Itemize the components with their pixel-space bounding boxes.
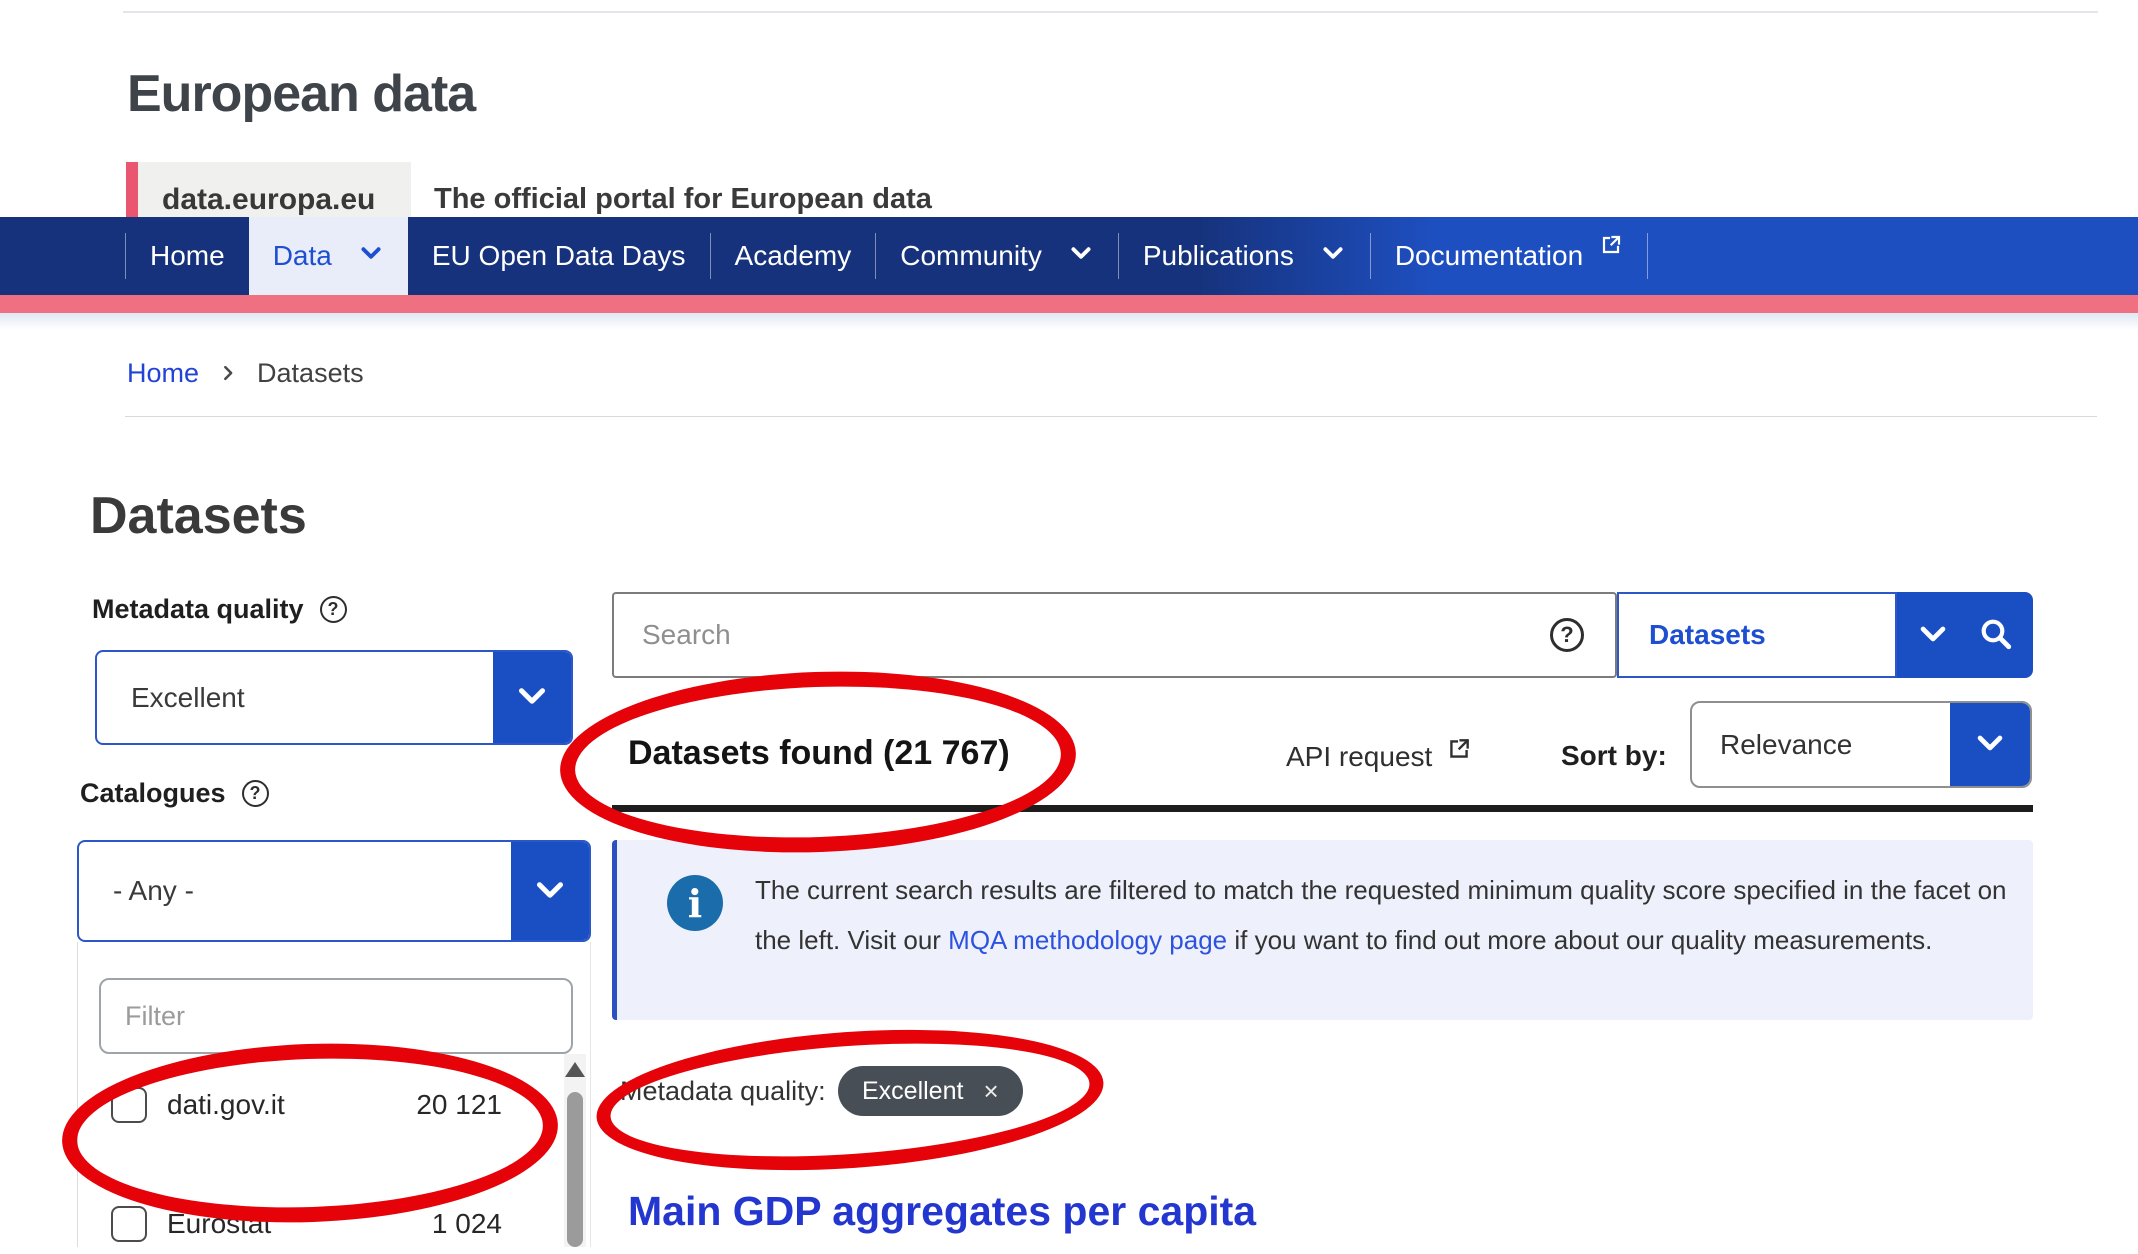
search-help-icon[interactable]: ?	[1550, 618, 1584, 652]
main-nav: Home Data EU Open Data Days Academy Comm…	[0, 217, 2138, 295]
mqa-methodology-link[interactable]: MQA methodology page	[948, 925, 1227, 955]
search-submit-button[interactable]	[1897, 592, 2033, 678]
applied-filter-chip: Excellent ×	[838, 1066, 1023, 1116]
api-request-label: API request	[1286, 741, 1432, 773]
metadata-quality-select[interactable]: Excellent	[95, 650, 573, 745]
catalogue-count: 20 121	[416, 1089, 502, 1121]
quality-filter-notice: i The current search results are filtere…	[612, 840, 2033, 1020]
remove-filter-icon[interactable]: ×	[983, 1078, 998, 1104]
catalogues-filter-input[interactable]	[99, 978, 573, 1054]
nav-item-community[interactable]: Community	[876, 217, 1118, 295]
catalogues-dropdown-panel: dati.gov.it 20 121 Eurostat 1 024	[77, 942, 591, 1247]
search-scope-select[interactable]: Datasets	[1617, 592, 1897, 678]
nav-item-label: Data	[273, 240, 332, 272]
sort-select[interactable]: Relevance	[1690, 701, 2032, 788]
facet-label-text: Metadata quality	[92, 594, 304, 625]
catalogues-value: - Any -	[79, 875, 511, 907]
scrollbar-thumb[interactable]	[567, 1092, 583, 1247]
nav-separator	[1647, 233, 1648, 279]
search-scope-value: Datasets	[1649, 619, 1766, 651]
external-link-icon	[1599, 232, 1623, 264]
metadata-quality-value: Excellent	[97, 682, 493, 714]
nav-item-label: EU Open Data Days	[432, 240, 686, 272]
nav-item-academy[interactable]: Academy	[711, 217, 876, 295]
applied-filter-label: Metadata quality:	[620, 1076, 826, 1107]
help-icon[interactable]: ?	[242, 780, 269, 807]
catalogues-dropdown-button[interactable]	[511, 842, 589, 940]
nav-item-label: Publications	[1143, 240, 1294, 272]
top-divider	[123, 11, 2098, 13]
catalogue-option-row[interactable]: Eurostat 1 024	[78, 1194, 564, 1254]
chevron-down-icon	[1320, 240, 1346, 273]
chip-value: Excellent	[862, 1077, 963, 1106]
breadcrumb-divider	[125, 416, 2097, 417]
chevron-down-icon	[1916, 617, 1950, 654]
notice-text-after: if you want to find out more about our q…	[1227, 925, 1932, 955]
nav-item-publications[interactable]: Publications	[1119, 217, 1370, 295]
catalogue-checkbox-dati-gov-it[interactable]	[111, 1087, 147, 1123]
metadata-quality-label: Metadata quality ?	[92, 594, 347, 625]
catalogue-name: dati.gov.it	[167, 1089, 285, 1121]
accent-pink-bar	[0, 295, 2138, 313]
results-count-heading: Datasets found (21 767)	[628, 734, 1010, 773]
search-icon	[1978, 616, 2014, 655]
notice-text: The current search results are filtered …	[755, 865, 2017, 965]
api-request-link[interactable]: API request	[1286, 740, 1472, 773]
chevron-down-icon	[532, 872, 568, 911]
sort-by-label: Sort by:	[1561, 740, 1667, 772]
nav-item-documentation[interactable]: Documentation	[1371, 217, 1647, 295]
nav-shadow	[0, 313, 2138, 330]
catalogues-scrollbar[interactable]	[564, 1054, 586, 1247]
chevron-down-icon	[1068, 240, 1094, 273]
nav-item-home[interactable]: Home	[126, 217, 249, 295]
site-title: European data	[127, 64, 475, 124]
sort-dropdown-button[interactable]	[1950, 703, 2030, 786]
chevron-down-icon	[1973, 726, 2007, 763]
catalogues-select[interactable]: - Any -	[77, 840, 591, 942]
search-input[interactable]	[612, 592, 1617, 678]
help-icon[interactable]: ?	[320, 596, 347, 623]
metadata-quality-dropdown-button[interactable]	[493, 652, 571, 743]
catalogue-count: 1 024	[432, 1208, 502, 1240]
catalogue-checkbox-eurostat[interactable]	[111, 1206, 147, 1242]
result-item-title-link[interactable]: Main GDP aggregates per capita	[628, 1188, 1256, 1235]
breadcrumb-current: Datasets	[257, 358, 364, 389]
page-title: Datasets	[90, 486, 307, 546]
nav-item-data[interactable]: Data	[249, 217, 408, 295]
breadcrumb: Home Datasets	[127, 352, 364, 394]
sort-value: Relevance	[1692, 729, 1950, 761]
catalogues-label: Catalogues ?	[80, 778, 269, 809]
results-divider	[612, 805, 2033, 812]
nav-item-label: Documentation	[1395, 240, 1583, 272]
nav-item-label: Home	[150, 240, 225, 272]
info-icon: i	[667, 875, 723, 931]
chevron-down-icon	[358, 240, 384, 273]
nav-item-label: Academy	[735, 240, 852, 272]
catalogue-option-row[interactable]: dati.gov.it 20 121	[78, 1075, 564, 1135]
nav-item-label: Community	[900, 240, 1042, 272]
breadcrumb-home-link[interactable]: Home	[127, 358, 199, 389]
external-link-icon	[1446, 736, 1472, 769]
chevron-right-icon	[219, 358, 237, 389]
facet-label-text: Catalogues	[80, 778, 226, 809]
chevron-down-icon	[514, 678, 550, 717]
nav-item-eu-open-data-days[interactable]: EU Open Data Days	[408, 217, 710, 295]
scroll-up-arrow-icon[interactable]	[565, 1062, 585, 1077]
catalogue-name: Eurostat	[167, 1208, 271, 1240]
